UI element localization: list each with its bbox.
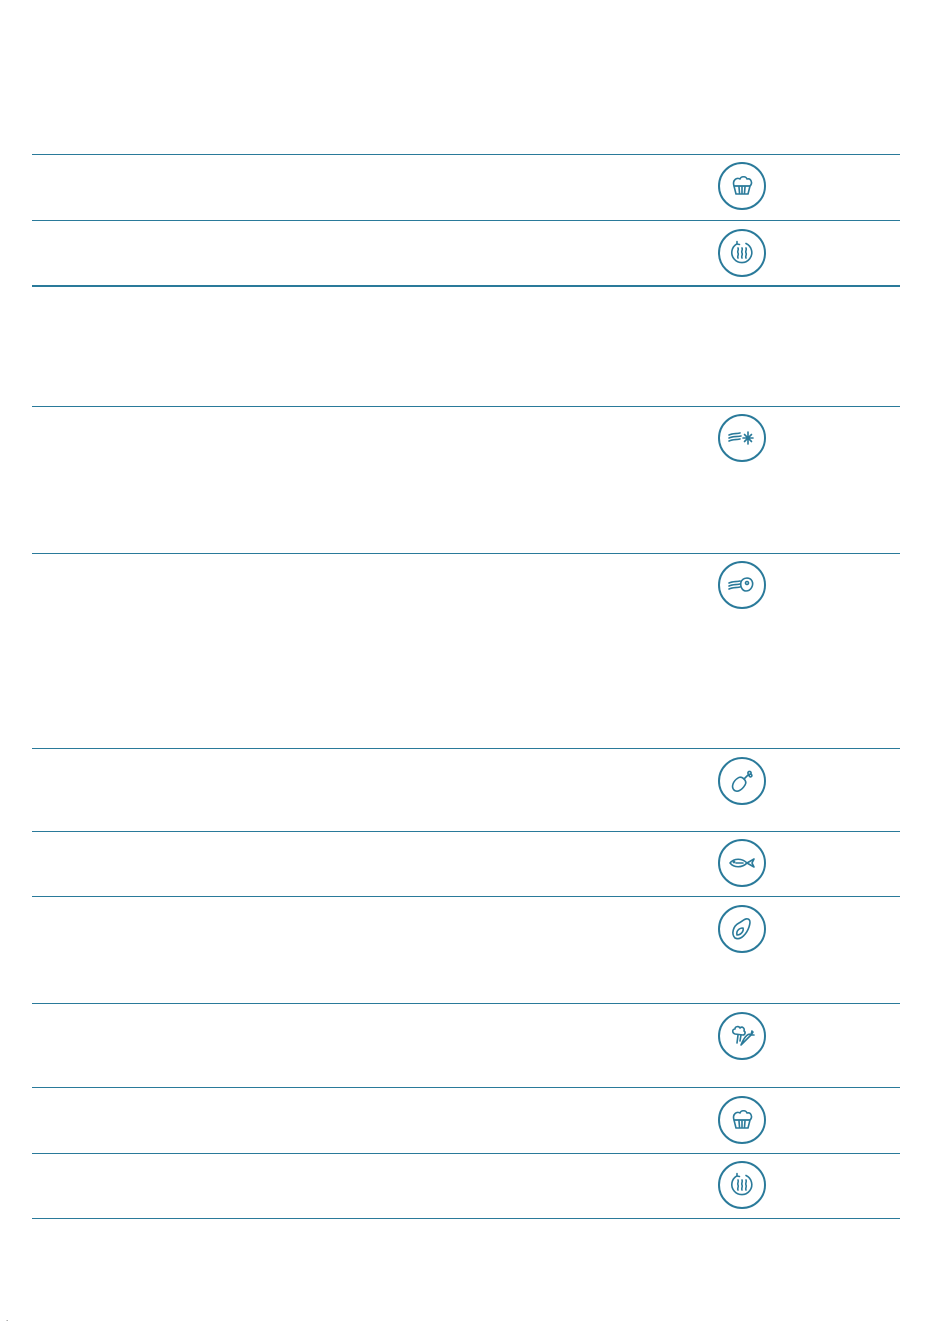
defrost-fan-snowflake-icon xyxy=(718,414,766,462)
meat-roast-icon xyxy=(718,905,766,953)
row-divider xyxy=(32,1153,900,1154)
row-divider xyxy=(32,896,900,897)
row-divider xyxy=(32,1087,900,1088)
row-divider xyxy=(32,220,900,221)
table-top-rule xyxy=(32,154,900,155)
fan-meat-icon xyxy=(718,561,766,609)
row-divider xyxy=(32,406,900,407)
row-divider xyxy=(32,1003,900,1004)
vegetables-icon xyxy=(718,1012,766,1060)
row-divider xyxy=(32,748,900,749)
row-divider xyxy=(32,831,900,832)
page-mark: . xyxy=(6,1314,9,1323)
table-bottom-rule xyxy=(32,1218,900,1219)
row-divider xyxy=(32,553,900,554)
muffin-icon xyxy=(718,162,766,210)
rotating-steam-icon xyxy=(718,1161,766,1209)
chicken-leg-icon xyxy=(718,757,766,805)
fish-icon xyxy=(718,839,766,887)
muffin-icon xyxy=(718,1096,766,1144)
rotating-steam-icon xyxy=(718,229,766,277)
section-divider xyxy=(32,285,900,287)
